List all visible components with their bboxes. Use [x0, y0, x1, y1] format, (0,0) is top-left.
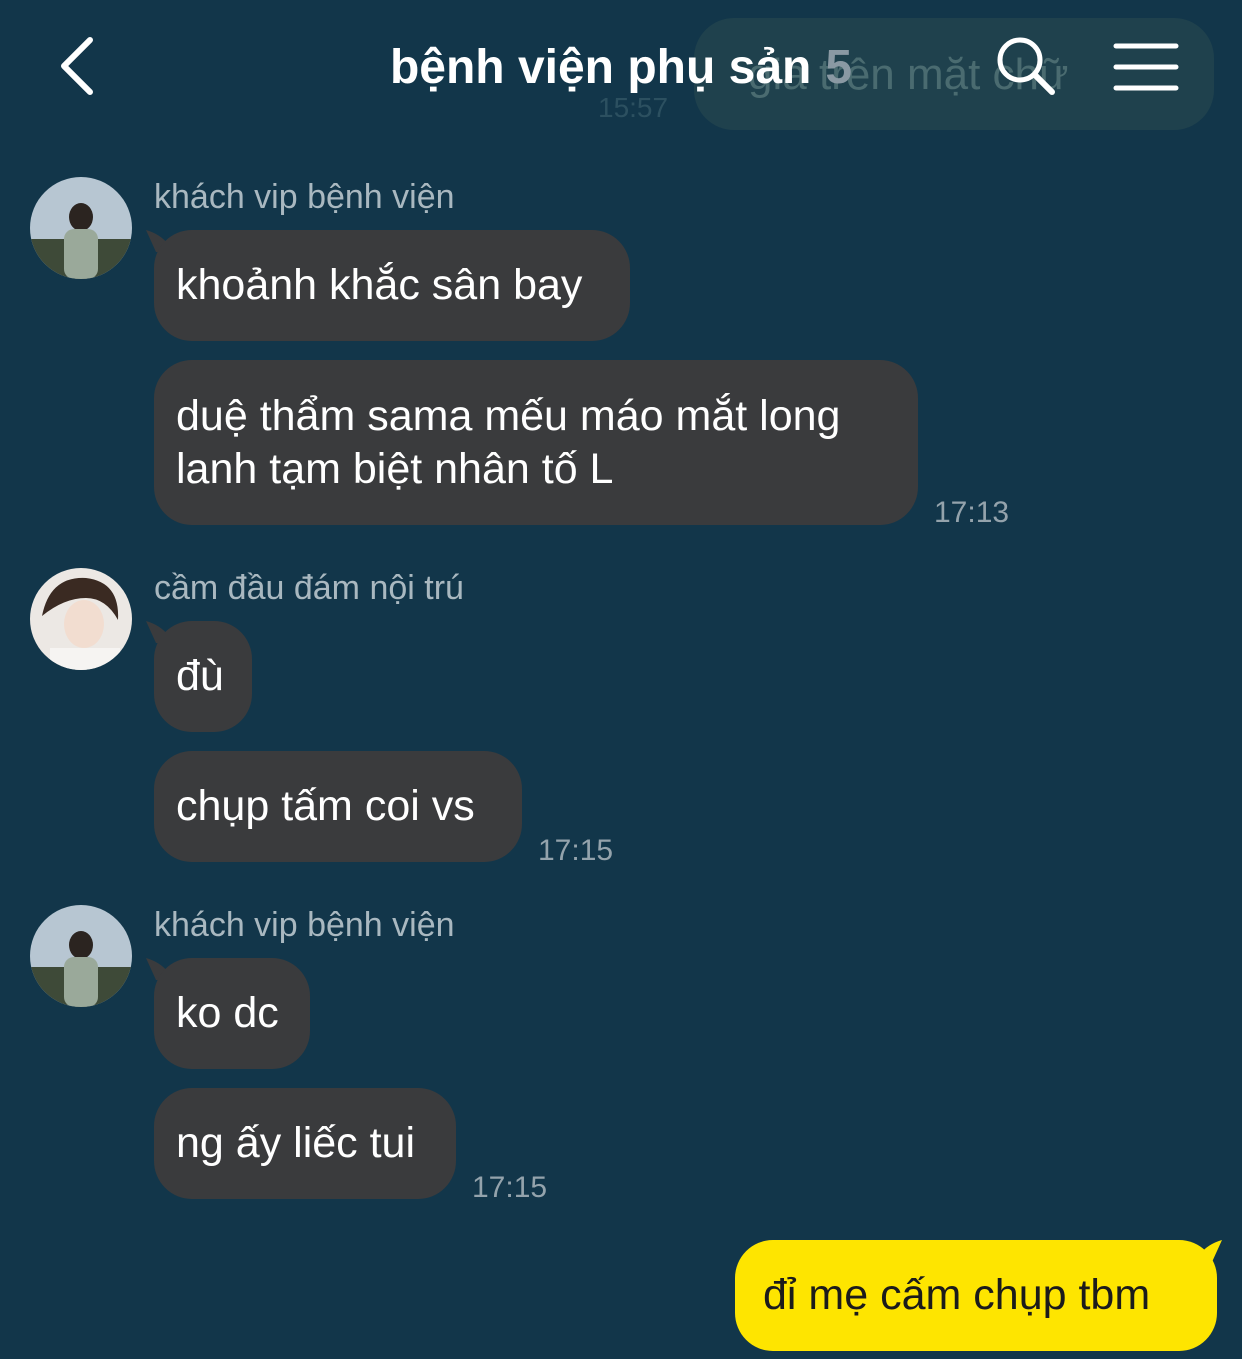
- search-button[interactable]: [994, 34, 1060, 100]
- profile-photo-icon: [30, 905, 132, 1007]
- hamburger-menu-icon: [1113, 43, 1179, 91]
- avatar[interactable]: [30, 177, 132, 279]
- message-bubble[interactable]: ko dc: [154, 958, 310, 1069]
- message-time: 17:13: [934, 496, 1010, 529]
- chat-header: bệnh viện phụ sản 5: [0, 0, 1242, 140]
- my-bubble-tail: [1200, 1240, 1222, 1262]
- profile-photo-icon: [30, 177, 132, 279]
- chat-title: bệnh viện phụ sản: [389, 41, 812, 94]
- profile-photo-icon: [30, 568, 132, 670]
- sender-name: khách vip bệnh viện: [154, 906, 455, 944]
- avatar[interactable]: [30, 905, 132, 1007]
- message-time: 17:15: [472, 1171, 548, 1204]
- message-time: 17:15: [538, 834, 614, 867]
- message-bubble[interactable]: khoảnh khắc sân bay: [154, 230, 630, 341]
- message-bubble[interactable]: ng ấy liếc tui: [154, 1088, 456, 1199]
- member-count: 5: [825, 41, 853, 94]
- message-bubble[interactable]: đù: [154, 621, 252, 732]
- avatar[interactable]: [30, 568, 132, 670]
- search-icon: [997, 37, 1055, 95]
- message-bubble[interactable]: chụp tấm coi vs: [154, 751, 522, 862]
- sender-name: cầm đầu đám nội trú: [154, 569, 464, 607]
- menu-button[interactable]: [1112, 40, 1180, 94]
- my-message-bubble[interactable]: đỉ mẹ cấm chụp tbm: [735, 1240, 1217, 1351]
- sender-name: khách vip bệnh viện: [154, 178, 455, 216]
- message-bubble[interactable]: duệ thẩm sama mếu máo mắt long lanh tạm …: [154, 360, 918, 525]
